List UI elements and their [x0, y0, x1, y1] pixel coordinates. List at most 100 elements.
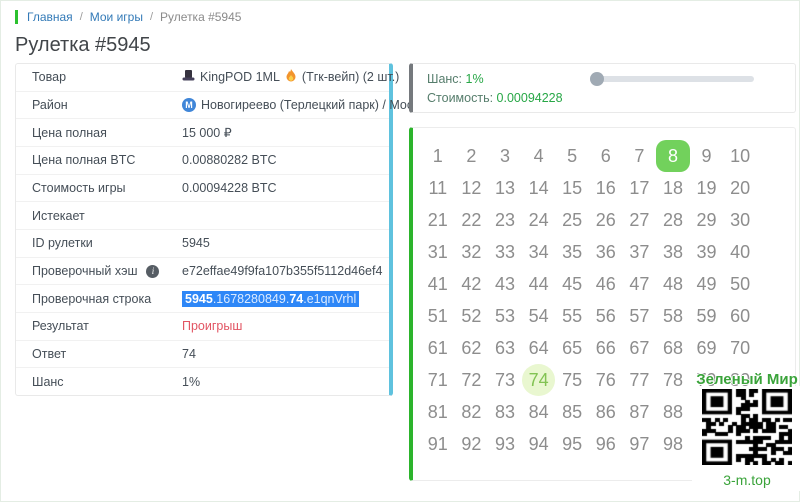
grid-number-30[interactable]: 30 [723, 204, 757, 236]
grid-number-49[interactable]: 49 [690, 268, 724, 300]
grid-number-23[interactable]: 23 [488, 204, 522, 236]
grid-number-27[interactable]: 27 [623, 204, 657, 236]
grid-number-86[interactable]: 86 [589, 396, 623, 428]
grid-number-22[interactable]: 22 [455, 204, 489, 236]
grid-number-50[interactable]: 50 [723, 268, 757, 300]
grid-number-84[interactable]: 84 [522, 396, 556, 428]
grid-number-40[interactable]: 40 [723, 236, 757, 268]
breadcrumb-my-games-link[interactable]: Мои игры [90, 10, 143, 24]
grid-number-15[interactable]: 15 [555, 172, 589, 204]
grid-number-98[interactable]: 98 [656, 428, 690, 460]
grid-number-74[interactable]: 74 [522, 364, 556, 396]
grid-number-81[interactable]: 81 [421, 396, 455, 428]
grid-number-56[interactable]: 56 [589, 300, 623, 332]
grid-number-69[interactable]: 69 [690, 332, 724, 364]
grid-number-62[interactable]: 62 [455, 332, 489, 364]
grid-number-39[interactable]: 39 [690, 236, 724, 268]
grid-number-12[interactable]: 12 [455, 172, 489, 204]
grid-number-46[interactable]: 46 [589, 268, 623, 300]
grid-number-64[interactable]: 64 [522, 332, 556, 364]
grid-number-72[interactable]: 72 [455, 364, 489, 396]
grid-number-73[interactable]: 73 [488, 364, 522, 396]
grid-number-41[interactable]: 41 [421, 268, 455, 300]
grid-number-58[interactable]: 58 [656, 300, 690, 332]
grid-number-43[interactable]: 43 [488, 268, 522, 300]
grid-number-33[interactable]: 33 [488, 236, 522, 268]
grid-number-24[interactable]: 24 [522, 204, 556, 236]
grid-number-21[interactable]: 21 [421, 204, 455, 236]
grid-number-11[interactable]: 11 [421, 172, 455, 204]
grid-number-3[interactable]: 3 [488, 140, 522, 172]
grid-number-91[interactable]: 91 [421, 428, 455, 460]
grid-number-87[interactable]: 87 [623, 396, 657, 428]
grid-number-53[interactable]: 53 [488, 300, 522, 332]
grid-number-36[interactable]: 36 [589, 236, 623, 268]
grid-number-32[interactable]: 32 [455, 236, 489, 268]
grid-number-34[interactable]: 34 [522, 236, 556, 268]
grid-number-35[interactable]: 35 [555, 236, 589, 268]
grid-number-9[interactable]: 9 [690, 140, 724, 172]
grid-number-57[interactable]: 57 [623, 300, 657, 332]
grid-number-94[interactable]: 94 [522, 428, 556, 460]
info-icon[interactable]: i [146, 265, 159, 278]
grid-number-6[interactable]: 6 [589, 140, 623, 172]
grid-number-96[interactable]: 96 [589, 428, 623, 460]
grid-number-7[interactable]: 7 [623, 140, 657, 172]
grid-number-17[interactable]: 17 [623, 172, 657, 204]
grid-number-8[interactable]: 8 [656, 140, 690, 172]
grid-number-47[interactable]: 47 [623, 268, 657, 300]
grid-number-59[interactable]: 59 [690, 300, 724, 332]
grid-number-55[interactable]: 55 [555, 300, 589, 332]
grid-number-13[interactable]: 13 [488, 172, 522, 204]
grid-number-45[interactable]: 45 [555, 268, 589, 300]
grid-number-83[interactable]: 83 [488, 396, 522, 428]
grid-number-26[interactable]: 26 [589, 204, 623, 236]
grid-number-76[interactable]: 76 [589, 364, 623, 396]
grid-number-16[interactable]: 16 [589, 172, 623, 204]
grid-number-61[interactable]: 61 [421, 332, 455, 364]
grid-number-25[interactable]: 25 [555, 204, 589, 236]
verify-hash-value: e72effae49f9fa107b355f5112d46ef4 [182, 264, 382, 278]
grid-number-77[interactable]: 77 [623, 364, 657, 396]
grid-number-31[interactable]: 31 [421, 236, 455, 268]
grid-number-71[interactable]: 71 [421, 364, 455, 396]
grid-number-20[interactable]: 20 [723, 172, 757, 204]
grid-number-67[interactable]: 67 [623, 332, 657, 364]
grid-number-82[interactable]: 82 [455, 396, 489, 428]
grid-number-65[interactable]: 65 [555, 332, 589, 364]
grid-number-4[interactable]: 4 [522, 140, 556, 172]
chance-slider-track[interactable] [591, 76, 754, 82]
grid-number-66[interactable]: 66 [589, 332, 623, 364]
grid-number-68[interactable]: 68 [656, 332, 690, 364]
grid-number-52[interactable]: 52 [455, 300, 489, 332]
breadcrumb-home-link[interactable]: Главная [27, 10, 73, 24]
grid-number-88[interactable]: 88 [656, 396, 690, 428]
grid-number-29[interactable]: 29 [690, 204, 724, 236]
grid-number-78[interactable]: 78 [656, 364, 690, 396]
grid-number-97[interactable]: 97 [623, 428, 657, 460]
grid-number-95[interactable]: 95 [555, 428, 589, 460]
grid-number-1[interactable]: 1 [421, 140, 455, 172]
grid-number-14[interactable]: 14 [522, 172, 556, 204]
grid-number-44[interactable]: 44 [522, 268, 556, 300]
grid-number-19[interactable]: 19 [690, 172, 724, 204]
grid-number-28[interactable]: 28 [656, 204, 690, 236]
grid-number-10[interactable]: 10 [723, 140, 757, 172]
grid-number-54[interactable]: 54 [522, 300, 556, 332]
grid-number-18[interactable]: 18 [656, 172, 690, 204]
grid-number-70[interactable]: 70 [723, 332, 757, 364]
grid-number-48[interactable]: 48 [656, 268, 690, 300]
grid-number-5[interactable]: 5 [555, 140, 589, 172]
grid-number-92[interactable]: 92 [455, 428, 489, 460]
chance-slider-handle[interactable] [590, 72, 604, 86]
grid-number-51[interactable]: 51 [421, 300, 455, 332]
grid-number-42[interactable]: 42 [455, 268, 489, 300]
grid-number-75[interactable]: 75 [555, 364, 589, 396]
grid-number-63[interactable]: 63 [488, 332, 522, 364]
grid-number-38[interactable]: 38 [656, 236, 690, 268]
grid-number-37[interactable]: 37 [623, 236, 657, 268]
grid-number-60[interactable]: 60 [723, 300, 757, 332]
grid-number-93[interactable]: 93 [488, 428, 522, 460]
grid-number-85[interactable]: 85 [555, 396, 589, 428]
grid-number-2[interactable]: 2 [455, 140, 489, 172]
